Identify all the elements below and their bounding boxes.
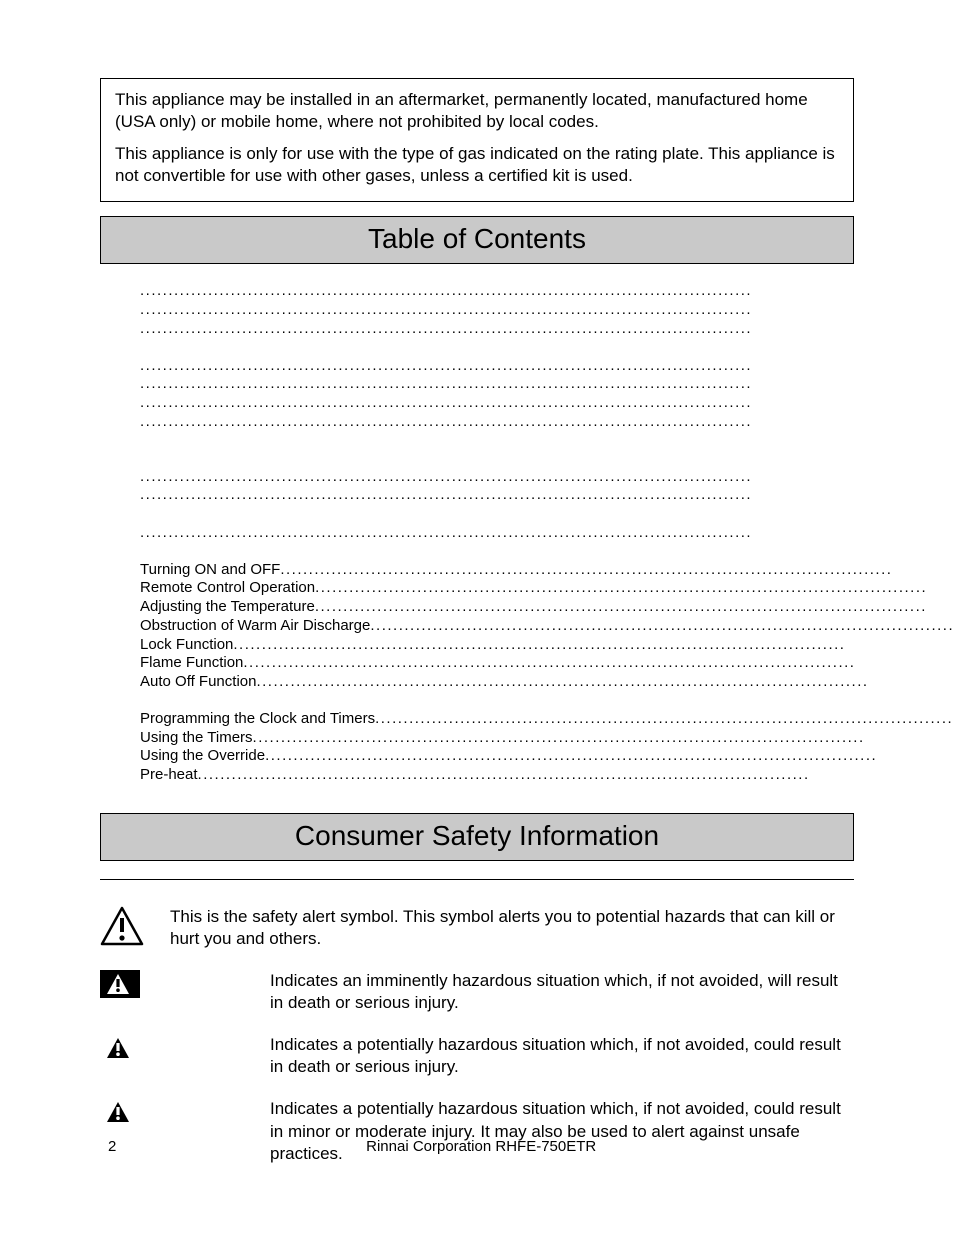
safety-row-alert: This is the safety alert symbol. This sy… (100, 906, 854, 950)
safety-heading: Consumer Safety Information (100, 813, 854, 861)
toc-title: Using the Override (140, 747, 265, 766)
toc-row: 5 (140, 375, 954, 394)
table-of-contents: 23345556778Turning ON and OFF8Remote Con… (140, 282, 814, 785)
toc-row: 6 (140, 468, 954, 487)
toc-dots (140, 320, 954, 339)
toc-dots (140, 394, 954, 413)
toc-dots (140, 468, 954, 487)
toc-row: Turning ON and OFF8 (140, 561, 954, 580)
toc-spacer (140, 543, 954, 561)
toc-row: Remote Control Operation8 (140, 579, 954, 598)
toc-title: Remote Control Operation (140, 579, 315, 598)
toc-dots (198, 766, 954, 785)
toc-row: Using the Override10 (140, 747, 954, 766)
toc-title: Adjusting the Temperature (140, 598, 315, 617)
toc-dots (315, 598, 954, 617)
safety-alert-icon (100, 906, 170, 946)
page-footer: 2 Rinnai Corporation RHFE-750ETR (108, 1138, 846, 1155)
triangle-solid-white-icon (106, 973, 130, 995)
toc-row: Using the Timers10 (140, 729, 954, 748)
notice-box: This appliance may be installed in an af… (100, 78, 854, 202)
toc-row: 3 (140, 320, 954, 339)
toc-dots (140, 413, 954, 432)
toc-dots (243, 654, 954, 673)
divider (100, 879, 854, 880)
toc-title: Using the Timers (140, 729, 253, 748)
toc-dots (233, 636, 954, 655)
toc-left-column: 23345556778Turning ON and OFF8Remote Con… (140, 282, 954, 785)
toc-row: 5 (140, 394, 954, 413)
toc-row: Pre-heat10 (140, 766, 954, 785)
danger-text: Indicates an imminently hazardous situat… (270, 970, 854, 1014)
toc-row: 2 (140, 282, 954, 301)
toc-dots (265, 747, 954, 766)
triangle-solid-black-icon (106, 1037, 130, 1059)
triangle-outline-icon (100, 906, 144, 946)
toc-dots (375, 710, 954, 729)
toc-title: Lock Function (140, 636, 233, 655)
caution-label (100, 1098, 270, 1126)
toc-title: Programming the Clock and Timers (140, 710, 375, 729)
toc-row: Flame Function9 (140, 654, 954, 673)
toc-row: Lock Function9 (140, 636, 954, 655)
toc-dots (140, 524, 954, 543)
toc-dots (140, 282, 954, 301)
toc-spacer (140, 450, 954, 468)
page-number: 2 (108, 1138, 116, 1155)
toc-row: Obstruction of Warm Air Discharge9 (140, 617, 954, 636)
toc-row: 5 (140, 413, 954, 432)
safety-row-warning: Indicates a potentially hazardous situat… (100, 1034, 854, 1078)
toc-row: 7 (140, 486, 954, 505)
toc-title: Pre-heat (140, 766, 198, 785)
toc-title: Flame Function (140, 654, 243, 673)
toc-dots (253, 729, 954, 748)
toc-dots (140, 486, 954, 505)
toc-row: 4 (140, 357, 954, 376)
toc-dots (280, 561, 954, 580)
toc-title: Turning ON and OFF (140, 561, 280, 580)
toc-row: 3 (140, 301, 954, 320)
toc-spacer (140, 339, 954, 357)
toc-row: Adjusting the Temperature9 (140, 598, 954, 617)
toc-dots (140, 301, 954, 320)
toc-row: Auto Off Function9 (140, 673, 954, 692)
warning-text: Indicates a potentially hazardous situat… (270, 1034, 854, 1078)
toc-dots (256, 673, 954, 692)
toc-dots (315, 579, 954, 598)
toc-title: Auto Off Function (140, 673, 256, 692)
safety-row-danger: Indicates an imminently hazardous situat… (100, 970, 854, 1014)
toc-row: 7 (140, 505, 954, 524)
triangle-solid-black-icon (106, 1101, 130, 1123)
toc-dots (370, 617, 954, 636)
safety-alert-text: This is the safety alert symbol. This sy… (170, 906, 854, 950)
danger-label (100, 970, 270, 998)
toc-heading: Table of Contents (100, 216, 854, 264)
notice-paragraph-1: This appliance may be installed in an af… (115, 89, 839, 133)
toc-title: Obstruction of Warm Air Discharge (140, 617, 370, 636)
warning-label (100, 1034, 270, 1062)
toc-spacer (140, 432, 954, 450)
toc-spacer (140, 692, 954, 710)
notice-paragraph-2: This appliance is only for use with the … (115, 143, 839, 187)
footer-title: Rinnai Corporation RHFE-750ETR (116, 1138, 846, 1155)
toc-row: 8 (140, 524, 954, 543)
toc-dots (140, 375, 954, 394)
toc-row: Programming the Clock and Timers10 (140, 710, 954, 729)
toc-dots (140, 357, 954, 376)
